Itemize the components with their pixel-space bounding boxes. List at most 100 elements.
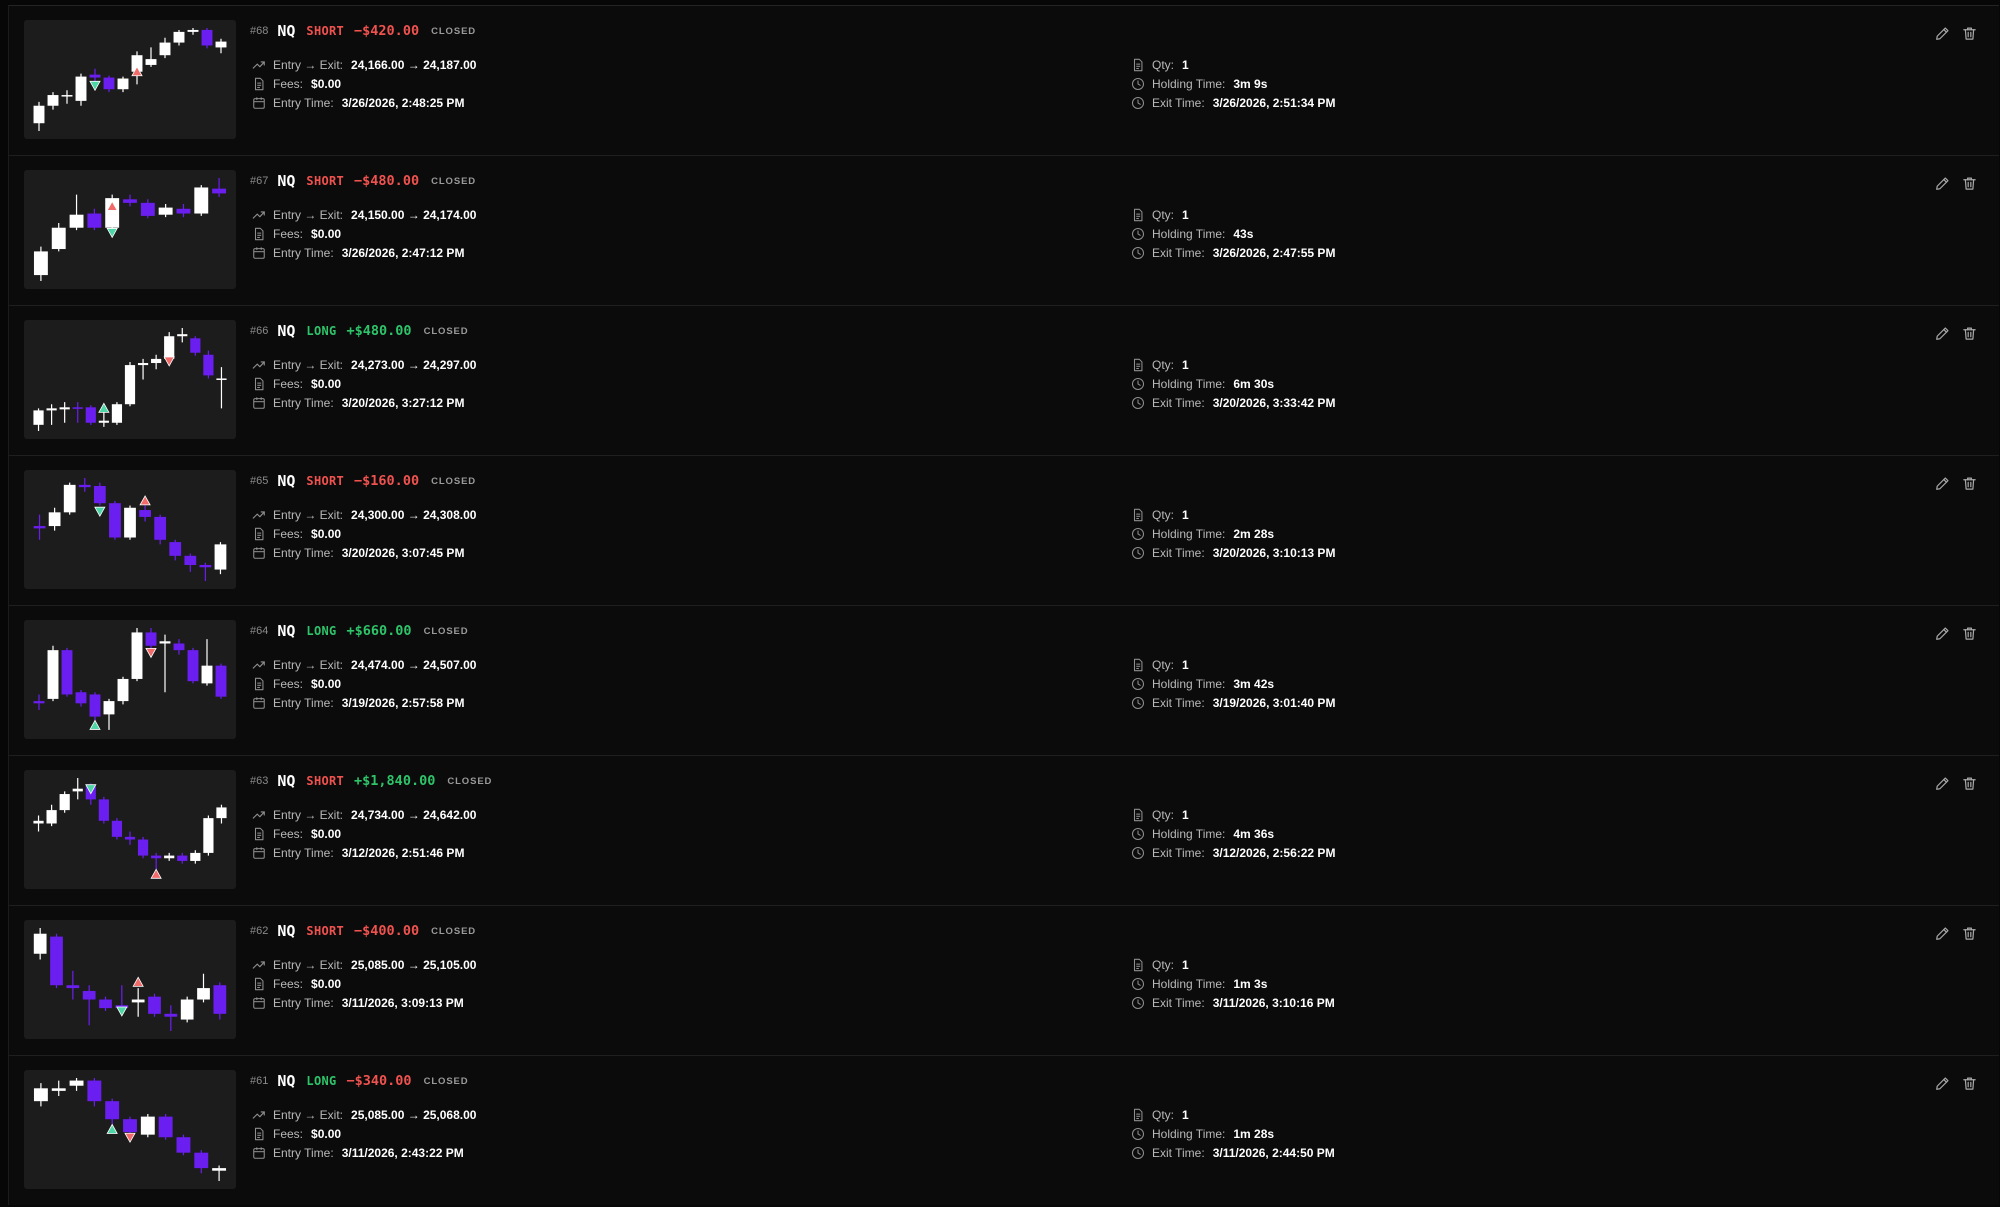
bull-candle	[59, 407, 70, 410]
clock-icon	[1131, 677, 1145, 690]
bull-candle	[159, 42, 171, 56]
bear-candle	[123, 199, 137, 203]
bear-candle	[173, 643, 185, 651]
receipt-icon	[254, 677, 264, 690]
exit-time-row: Exit Time: 3/20/2026, 3:10:13 PM	[1131, 543, 1335, 562]
trade-pnl: −$420.00	[354, 23, 420, 39]
bull-candle	[117, 78, 129, 90]
exit-time-label: Exit Time:	[1152, 1145, 1205, 1160]
qty-value: 1	[1182, 957, 1189, 972]
clock-icon	[1131, 1127, 1145, 1140]
clock-icon	[1131, 227, 1145, 240]
holding-time-label: Holding Time:	[1152, 76, 1226, 91]
trash-icon[interactable]	[1962, 926, 1977, 941]
trade-id: #63	[250, 775, 269, 787]
calendar-icon	[253, 696, 265, 709]
bull-candle	[63, 484, 76, 513]
trade-card[interactable]: #68 NQ SHORT −$420.00 CLOSED Entry → Exi…	[9, 5, 1999, 155]
fees-label: Fees:	[273, 826, 304, 841]
trade-card[interactable]: #65 NQ SHORT −$160.00 CLOSED Entry → Exi…	[9, 455, 1999, 605]
trade-card[interactable]: #62 NQ SHORT −$400.00 CLOSED Entry → Exi…	[9, 905, 1999, 1055]
pencil-icon[interactable]	[1935, 326, 1950, 341]
entry-time-value: 3/26/2026, 2:48:25 PM	[341, 95, 465, 110]
pencil-icon[interactable]	[1935, 926, 1950, 941]
bear-candle	[78, 484, 91, 488]
trade-chart-thumbnail[interactable]	[24, 320, 236, 439]
pencil-icon[interactable]	[1935, 776, 1950, 791]
clock-icon	[1131, 96, 1145, 109]
trade-card[interactable]: #66 NQ LONG +$480.00 CLOSED Entry → Exit…	[9, 305, 1999, 455]
exit-marker	[163, 356, 175, 367]
trade-details-left: Entry → Exit: 24,150.00 → 24,174.00 Fees…	[252, 205, 476, 262]
trade-header: #66 NQ LONG +$480.00 CLOSED	[250, 320, 469, 342]
entry-time-row: Entry Time: 3/12/2026, 2:51:46 PM	[252, 843, 476, 862]
trade-chart-thumbnail[interactable]	[24, 770, 236, 889]
trash-icon[interactable]	[1962, 326, 1977, 341]
trade-symbol: NQ	[277, 22, 296, 40]
holding-time-value: 1m 28s	[1233, 1126, 1275, 1141]
bull-candle	[75, 76, 87, 101]
pencil-icon[interactable]	[1935, 626, 1950, 641]
bull-candle	[103, 701, 115, 715]
trade-chart-thumbnail[interactable]	[24, 470, 236, 589]
fees-value: $0.00	[311, 976, 342, 991]
trade-side-badge: SHORT	[306, 474, 345, 488]
bear-candle	[140, 202, 155, 216]
document-icon	[1133, 1108, 1143, 1121]
trade-chart-thumbnail[interactable]	[24, 620, 236, 739]
trending-up-icon	[252, 60, 265, 69]
bull-candle	[33, 1088, 48, 1102]
trade-chart-thumbnail[interactable]	[24, 920, 236, 1039]
clock-icon	[1131, 246, 1145, 259]
trash-icon[interactable]	[1962, 476, 1977, 491]
trade-card[interactable]: #63 NQ SHORT +$1,840.00 CLOSED Entry → E…	[9, 755, 1999, 905]
bull-candle	[33, 820, 44, 824]
trade-card[interactable]: #67 NQ SHORT −$480.00 CLOSED Entry → Exi…	[9, 155, 1999, 305]
bear-candle	[33, 701, 45, 704]
trade-chart-thumbnail[interactable]	[24, 20, 236, 139]
trash-icon[interactable]	[1962, 776, 1977, 791]
bear-candle	[203, 354, 214, 376]
trade-symbol: NQ	[277, 622, 296, 640]
candlestick-chart	[33, 628, 227, 730]
bear-candle	[169, 542, 182, 556]
fees-row: Fees: $0.00	[252, 824, 476, 843]
pencil-icon[interactable]	[1935, 176, 1950, 191]
holding-time-value: 3m 9s	[1233, 76, 1268, 91]
bear-candle	[194, 1152, 209, 1169]
holding-time-label: Holding Time:	[1152, 376, 1226, 391]
fees-row: Fees: $0.00	[252, 374, 476, 393]
trade-details-left: Entry → Exit: 25,085.00 → 25,105.00 Fees…	[252, 955, 476, 1012]
pencil-icon[interactable]	[1935, 476, 1950, 491]
trash-icon[interactable]	[1962, 1076, 1977, 1091]
bull-candle	[51, 1088, 66, 1091]
exit-time-label: Exit Time:	[1152, 695, 1205, 710]
bear-candle	[213, 985, 227, 1014]
exit-time-row: Exit Time: 3/11/2026, 2:44:50 PM	[1131, 1143, 1335, 1162]
clock-icon	[1131, 546, 1145, 559]
trade-chart-thumbnail[interactable]	[24, 1070, 236, 1189]
entry-exit-label: Entry → Exit:	[273, 57, 344, 72]
pencil-icon[interactable]	[1935, 26, 1950, 41]
trash-icon[interactable]	[1962, 26, 1977, 41]
bull-candle	[159, 641, 171, 644]
entry-exit-label: Entry → Exit:	[273, 1107, 344, 1122]
fees-row: Fees: $0.00	[252, 224, 476, 243]
trade-details-right: Qty: 1 Holding Time: 2m 28s Exit Time: 3…	[1131, 505, 1335, 562]
bull-candle	[137, 363, 149, 366]
trade-chart-thumbnail[interactable]	[24, 170, 236, 289]
trade-list: #68 NQ SHORT −$420.00 CLOSED Entry → Exi…	[8, 5, 1999, 1205]
document-icon	[1133, 58, 1143, 71]
trade-card[interactable]: #61 NQ LONG −$340.00 CLOSED Entry → Exit…	[9, 1055, 1999, 1205]
trade-card[interactable]: #64 NQ LONG +$660.00 CLOSED Entry → Exit…	[9, 605, 1999, 755]
fees-label: Fees:	[273, 526, 304, 541]
entry-time-value: 3/12/2026, 2:51:46 PM	[341, 845, 465, 860]
fees-value: $0.00	[311, 76, 342, 91]
holding-time-label: Holding Time:	[1152, 976, 1226, 991]
trash-icon[interactable]	[1962, 626, 1977, 641]
trash-icon[interactable]	[1962, 176, 1977, 191]
bear-candle	[75, 692, 87, 704]
pencil-icon[interactable]	[1935, 1076, 1950, 1091]
entry-exit-value: 24,734.00 → 24,642.00	[351, 807, 477, 822]
bull-candle	[214, 544, 227, 570]
